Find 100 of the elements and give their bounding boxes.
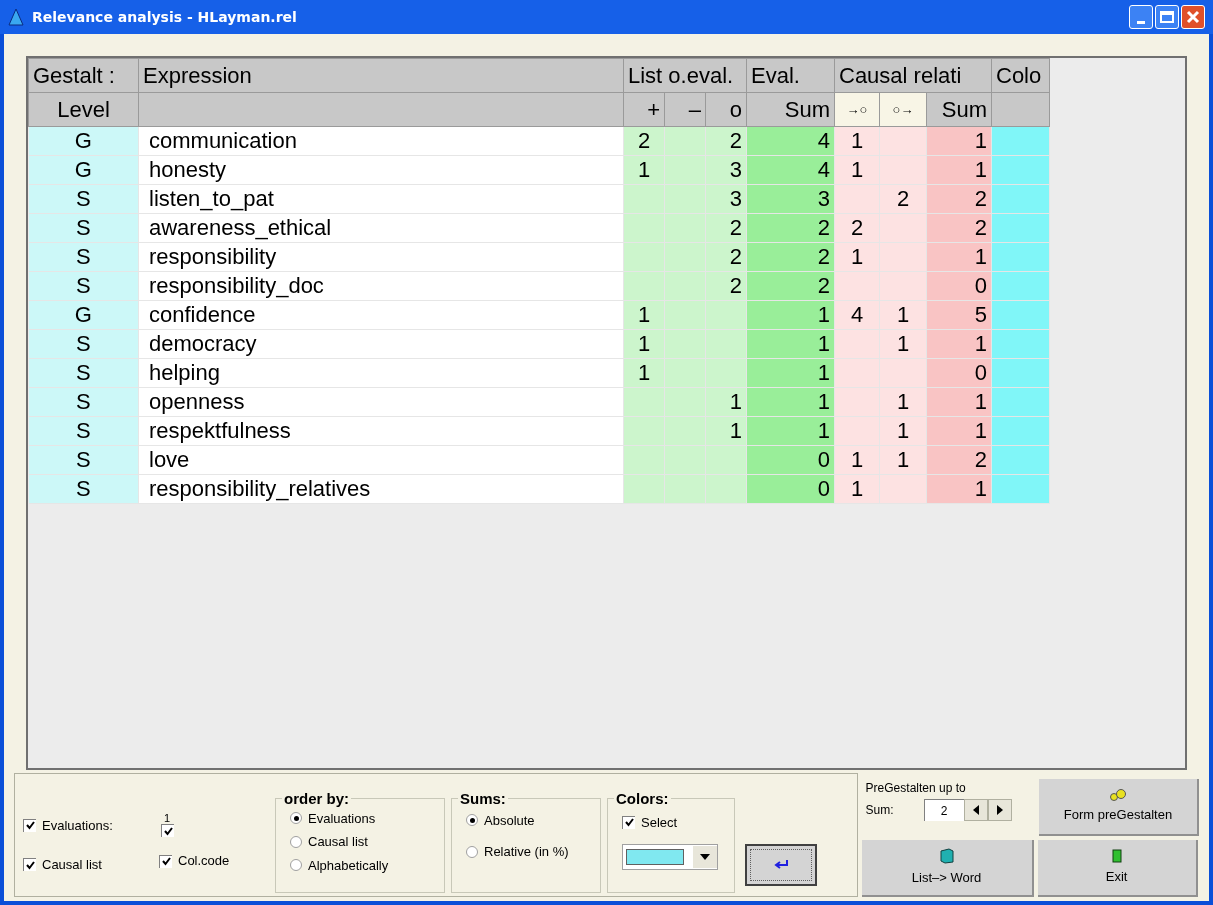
- checkbox[interactable]: [23, 858, 36, 872]
- table-cell: S: [28, 213, 139, 243]
- table-cell: S: [28, 474, 139, 504]
- door-icon: [1111, 848, 1122, 863]
- radio-button[interactable]: [290, 859, 302, 872]
- table-cell: listen_to_pat: [138, 184, 624, 214]
- table-cell: love: [138, 445, 624, 475]
- table-cell: respektfulness: [138, 416, 624, 446]
- table-cell: 4: [746, 126, 835, 156]
- option-label: 1: [164, 813, 171, 825]
- table-cell: 2: [746, 242, 835, 272]
- table-cell: confidence: [138, 300, 624, 330]
- table-cell: 1: [746, 416, 835, 446]
- table-cell: G: [28, 300, 139, 330]
- table-cell: 2: [926, 445, 992, 475]
- column-header: List o.eval.: [623, 58, 747, 93]
- checkbox[interactable]: [622, 815, 635, 829]
- checkbox[interactable]: [161, 824, 174, 838]
- table-cell: 1: [926, 474, 992, 504]
- radio-button[interactable]: [466, 845, 478, 858]
- table-cell: 0: [926, 271, 992, 301]
- radio-button[interactable]: [290, 812, 302, 825]
- table-cell: S: [28, 387, 139, 417]
- radio-label: Evaluations: [308, 809, 376, 828]
- checkbox-label: Causal list: [42, 856, 102, 874]
- table-cell: 2: [926, 184, 992, 214]
- return-arrow-icon: [773, 859, 789, 871]
- checkbox-label: Evaluations:: [42, 816, 113, 835]
- column-header: Gestalt :: [28, 58, 139, 93]
- label: Sum:: [865, 802, 894, 819]
- table-cell: 0: [926, 358, 992, 388]
- color-dropdown[interactable]: [622, 844, 718, 870]
- maximize-button[interactable]: [1155, 5, 1179, 29]
- table-cell: 3: [746, 184, 835, 214]
- table-cell: 1: [746, 358, 835, 388]
- right-arrow-button[interactable]: [987, 799, 1012, 821]
- table-cell: 1: [926, 242, 992, 272]
- column-header: Eval.: [746, 58, 835, 93]
- radio-button[interactable]: [466, 814, 478, 827]
- list-to-word-button[interactable]: List–> Word: [861, 840, 1034, 897]
- radio-label: Causal list: [308, 833, 368, 851]
- table-cell: 1: [746, 387, 835, 417]
- word-document-icon: [939, 847, 954, 864]
- table-cell: 1: [926, 387, 992, 417]
- table-cell: S: [28, 358, 139, 388]
- table-cell: 4: [746, 155, 835, 185]
- table-cell: S: [28, 416, 139, 446]
- column-header: →○: [834, 92, 880, 127]
- table-cell: G: [28, 126, 139, 156]
- left-triangle-icon: [972, 805, 979, 815]
- table-cell: 0: [746, 445, 835, 475]
- radio-label: Relative (in %): [484, 843, 569, 861]
- radio-label: Absolute: [484, 811, 535, 830]
- app-icon: [8, 8, 24, 26]
- table-cell: democracy: [138, 329, 624, 359]
- checkbox-label: Select: [641, 813, 678, 832]
- left-arrow-button[interactable]: [963, 799, 988, 821]
- column-header: Sum: [746, 92, 835, 127]
- dropdown-arrow-icon: [700, 854, 710, 860]
- number-field[interactable]: 2: [923, 799, 964, 821]
- table-cell: openness: [138, 387, 624, 417]
- radio-label: Alphabetically: [308, 856, 389, 875]
- table-cell: S: [28, 242, 139, 272]
- column-header: Expression: [138, 58, 624, 93]
- table-cell: honesty: [138, 155, 624, 185]
- table-cell: communication: [138, 126, 624, 156]
- checkbox[interactable]: [159, 854, 172, 868]
- checkbox[interactable]: [23, 818, 36, 832]
- table-cell: S: [28, 184, 139, 214]
- table-cell: 1: [746, 329, 835, 359]
- table-cell: 1: [926, 416, 992, 446]
- table-cell: helping: [138, 358, 624, 388]
- close-button[interactable]: [1181, 5, 1205, 29]
- table-cell: 1: [926, 329, 992, 359]
- table-cell: S: [28, 271, 139, 301]
- table-cell: 2: [926, 213, 992, 243]
- table-cell: responsibility_relatives: [138, 474, 624, 504]
- table-cell: 1: [746, 300, 835, 330]
- label: PreGestalten up to: [865, 780, 967, 797]
- table-cell: G: [28, 155, 139, 185]
- column-header: Causal relati: [834, 58, 992, 93]
- table-cell: awareness_ethical: [138, 213, 624, 243]
- checkbox-label: Col.code: [178, 852, 230, 871]
- column-header: ○→: [879, 92, 927, 127]
- exit-button[interactable]: Exit: [1037, 840, 1198, 897]
- radio-button[interactable]: [290, 835, 302, 848]
- form-pregestalten-button[interactable]: Form preGestalten: [1039, 779, 1199, 836]
- column-header: Level: [28, 92, 139, 127]
- column-header: Colo: [991, 58, 1050, 93]
- apply-button[interactable]: [745, 844, 817, 886]
- minimize-button[interactable]: [1129, 5, 1153, 29]
- table-cell: 1: [926, 155, 992, 185]
- table-cell: 2: [746, 213, 835, 243]
- column-header: Sum: [926, 92, 992, 127]
- circles-icon: [1109, 788, 1127, 801]
- table-cell: responsibility_doc: [138, 271, 624, 301]
- table-cell: S: [28, 329, 139, 359]
- table-cell: S: [28, 445, 139, 475]
- table-cell: 2: [746, 271, 835, 301]
- table-cell: 0: [746, 474, 835, 504]
